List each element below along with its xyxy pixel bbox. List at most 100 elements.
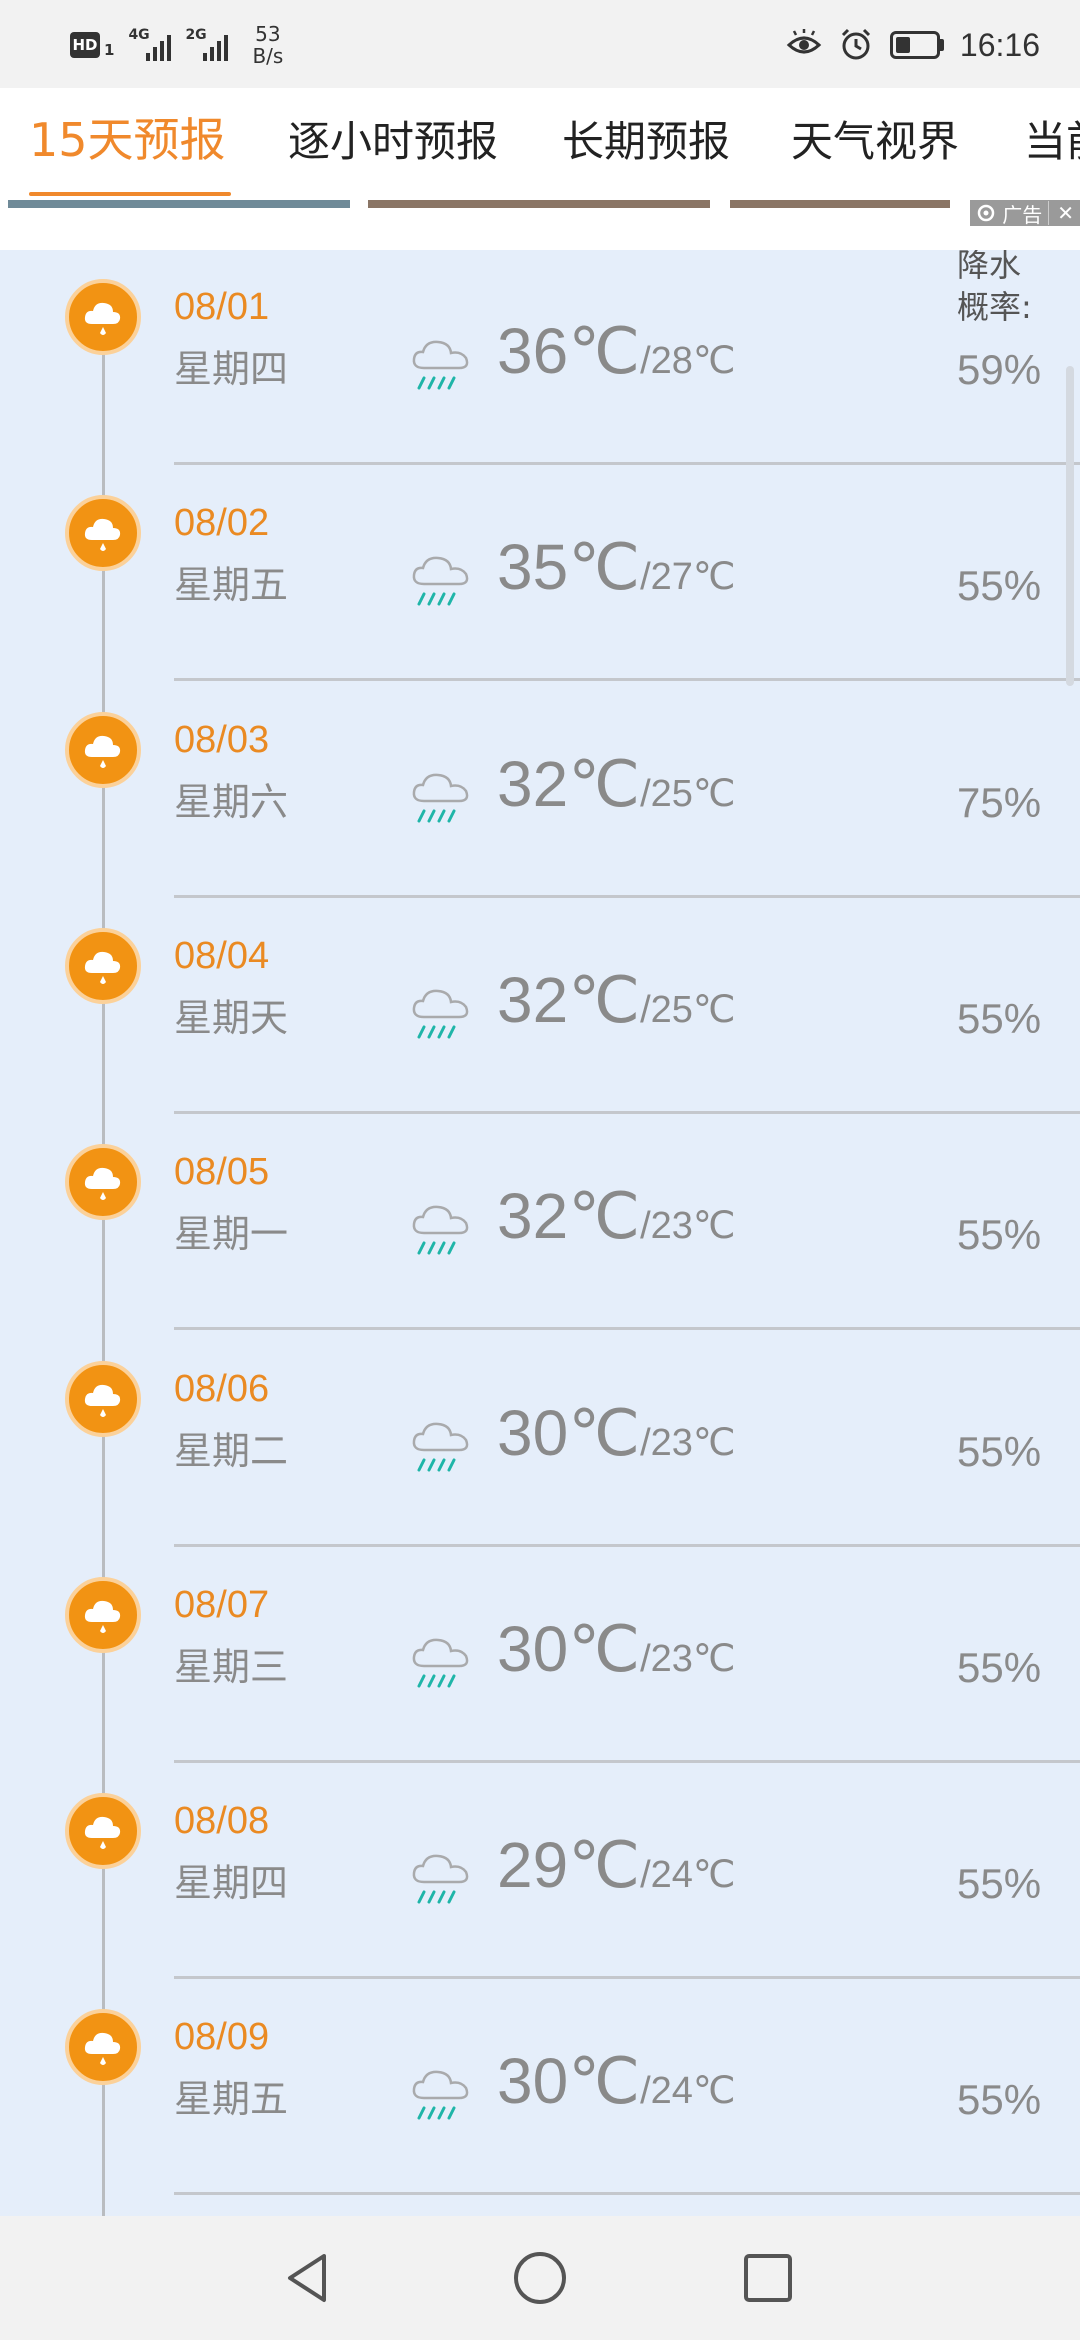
forecast-date: 08/04 xyxy=(174,934,270,977)
ad-image[interactable] xyxy=(730,200,950,208)
forecast-row[interactable]: 08/07 星期三 30℃/23℃ 55% xyxy=(0,1548,1080,1764)
precip-probability: 55% xyxy=(957,1427,1042,1475)
temperature-range: 36℃/28℃ xyxy=(497,314,736,389)
forecast-row[interactable]: 08/05 星期一 32℃/23℃ 55% xyxy=(0,1115,1080,1331)
forecast-weekday: 星期五 xyxy=(174,2077,289,2122)
active-tab-indicator xyxy=(29,192,231,196)
forecast-row[interactable]: 08/03 星期六 32℃/25℃ 75% xyxy=(0,683,1080,899)
temperature-range: 32℃/25℃ xyxy=(497,747,736,822)
temperature-range: 30℃/24℃ xyxy=(497,2044,736,2119)
precip-probability: 55% xyxy=(957,994,1042,1042)
forecast-tabs: 15天预报 逐小时预报 长期预报 天气视界 当前 xyxy=(0,88,1080,200)
rain-icon xyxy=(412,340,469,390)
timeline-weather-icon xyxy=(65,1144,141,1221)
forecast-date: 08/01 xyxy=(174,286,270,328)
forecast-row[interactable]: 08/04 星期天 32℃/25℃ 55% xyxy=(0,899,1080,1115)
hd-voice-badge: HD xyxy=(70,32,100,58)
status-left: HD 1 4G 2G 53 B/s xyxy=(70,22,283,68)
temp-high: 36℃ xyxy=(497,315,641,387)
row-divider xyxy=(174,1327,1080,1331)
ad-image[interactable] xyxy=(8,200,350,208)
row-divider xyxy=(174,1110,1080,1114)
row-divider xyxy=(174,1543,1080,1547)
forecast-date: 08/05 xyxy=(174,1151,270,1194)
temperature-range: 32℃/23℃ xyxy=(497,1179,736,1254)
alarm-icon xyxy=(841,28,870,60)
temperature-range: 32℃/25℃ xyxy=(497,963,736,1038)
back-icon[interactable] xyxy=(276,2246,340,2310)
precip-probability: 55% xyxy=(957,562,1042,610)
temp-high: 30℃ xyxy=(497,2045,641,2118)
forecast-row[interactable]: 08/08 星期四 29℃/24℃ 55% xyxy=(0,1764,1080,1980)
forecast-weekday: 星期天 xyxy=(174,995,289,1040)
rain-icon xyxy=(412,1205,469,1255)
tab-current[interactable]: 当前 xyxy=(1024,108,1080,169)
precip-probability: 75% xyxy=(957,778,1042,826)
forecast-weekday: 星期四 xyxy=(174,1861,289,1906)
tab-weather-vision[interactable]: 天气视界 xyxy=(791,108,959,169)
tab-long-term[interactable]: 长期预报 xyxy=(562,108,730,169)
ad-close-button[interactable]: ✕ xyxy=(1048,201,1074,225)
home-icon[interactable] xyxy=(508,2246,572,2310)
status-bar: HD 1 4G 2G 53 B/s 16:16 xyxy=(0,0,1080,88)
clock: 16:16 xyxy=(959,26,1040,63)
rain-icon xyxy=(412,989,469,1039)
tab-hourly[interactable]: 逐小时预报 xyxy=(288,108,498,169)
status-right: 16:16 xyxy=(786,22,1040,68)
eye-comfort-icon xyxy=(786,29,822,54)
ad-banner[interactable]: 广告 ✕ xyxy=(0,200,1080,250)
forecast-row[interactable]: 08/01 星期四 36℃/28℃ 59% xyxy=(0,250,1080,466)
temp-high: 32℃ xyxy=(497,963,641,1036)
timeline-weather-icon xyxy=(65,711,141,788)
temp-high: 32℃ xyxy=(497,747,641,820)
battery-icon xyxy=(889,31,944,59)
temp-low: /25℃ xyxy=(640,772,736,815)
temperature-range: 30℃/23℃ xyxy=(497,1396,736,1471)
timeline-weather-icon xyxy=(65,2009,141,2086)
temperature-range: 29℃/24℃ xyxy=(497,1828,736,1903)
forecast-row[interactable]: 08/02 星期五 35℃/27℃ 55% xyxy=(0,466,1080,682)
forecast-weekday: 星期五 xyxy=(174,563,289,608)
forecast-date: 08/06 xyxy=(174,1367,270,1410)
temp-low: /23℃ xyxy=(640,1637,736,1680)
row-divider xyxy=(174,2192,1080,2196)
forecast-weekday: 星期三 xyxy=(174,1644,289,1689)
ad-label: 广告 xyxy=(1002,202,1043,227)
forecast-row[interactable]: 08/06 星期二 30℃/23℃ 55% xyxy=(0,1332,1080,1548)
tab-15-day[interactable]: 15天预报 xyxy=(29,104,226,170)
timeline-weather-icon xyxy=(65,279,141,355)
forecast-date: 08/09 xyxy=(174,2016,270,2059)
daily-forecast-list[interactable]: 降水 概率: 08/01 星期四 36℃/28℃ 59% 08/02 星期五 3… xyxy=(0,250,1080,2216)
ad-settings-icon[interactable] xyxy=(976,203,996,223)
temp-high: 35℃ xyxy=(497,531,641,604)
temp-low: /24℃ xyxy=(640,1854,736,1897)
recents-icon[interactable] xyxy=(736,2246,800,2310)
precip-probability: 55% xyxy=(957,2076,1042,2124)
timeline-weather-icon xyxy=(65,1793,141,1870)
temp-low: /28℃ xyxy=(640,340,736,382)
precip-probability: 55% xyxy=(957,1643,1042,1691)
ad-badge: 广告 ✕ xyxy=(970,200,1080,227)
rain-icon xyxy=(412,1422,469,1471)
ad-image[interactable] xyxy=(368,200,710,208)
precip-probability: 55% xyxy=(957,1860,1042,1908)
temp-low: /25℃ xyxy=(640,988,736,1031)
temp-low: /27℃ xyxy=(640,556,736,599)
forecast-date: 08/02 xyxy=(174,502,270,545)
forecast-weekday: 星期二 xyxy=(174,1428,289,1473)
forecast-weekday: 星期六 xyxy=(174,779,289,824)
forecast-date: 08/07 xyxy=(174,1583,270,1626)
row-divider xyxy=(174,678,1080,682)
sim-number: 1 xyxy=(104,41,115,59)
temp-high: 30℃ xyxy=(497,1612,641,1685)
precip-probability: 55% xyxy=(957,1211,1042,1259)
system-nav-bar xyxy=(0,2216,1080,2340)
rain-icon xyxy=(412,773,469,823)
network-speed-unit: B/s xyxy=(252,44,284,68)
rain-icon xyxy=(412,1638,469,1688)
timeline-weather-icon xyxy=(65,927,141,1004)
forecast-weekday: 星期一 xyxy=(174,1212,289,1257)
temp-high: 32℃ xyxy=(497,1180,641,1253)
scrollbar[interactable] xyxy=(1066,366,1074,686)
forecast-row[interactable]: 08/09 星期五 30℃/24℃ 55% xyxy=(0,1980,1080,2196)
